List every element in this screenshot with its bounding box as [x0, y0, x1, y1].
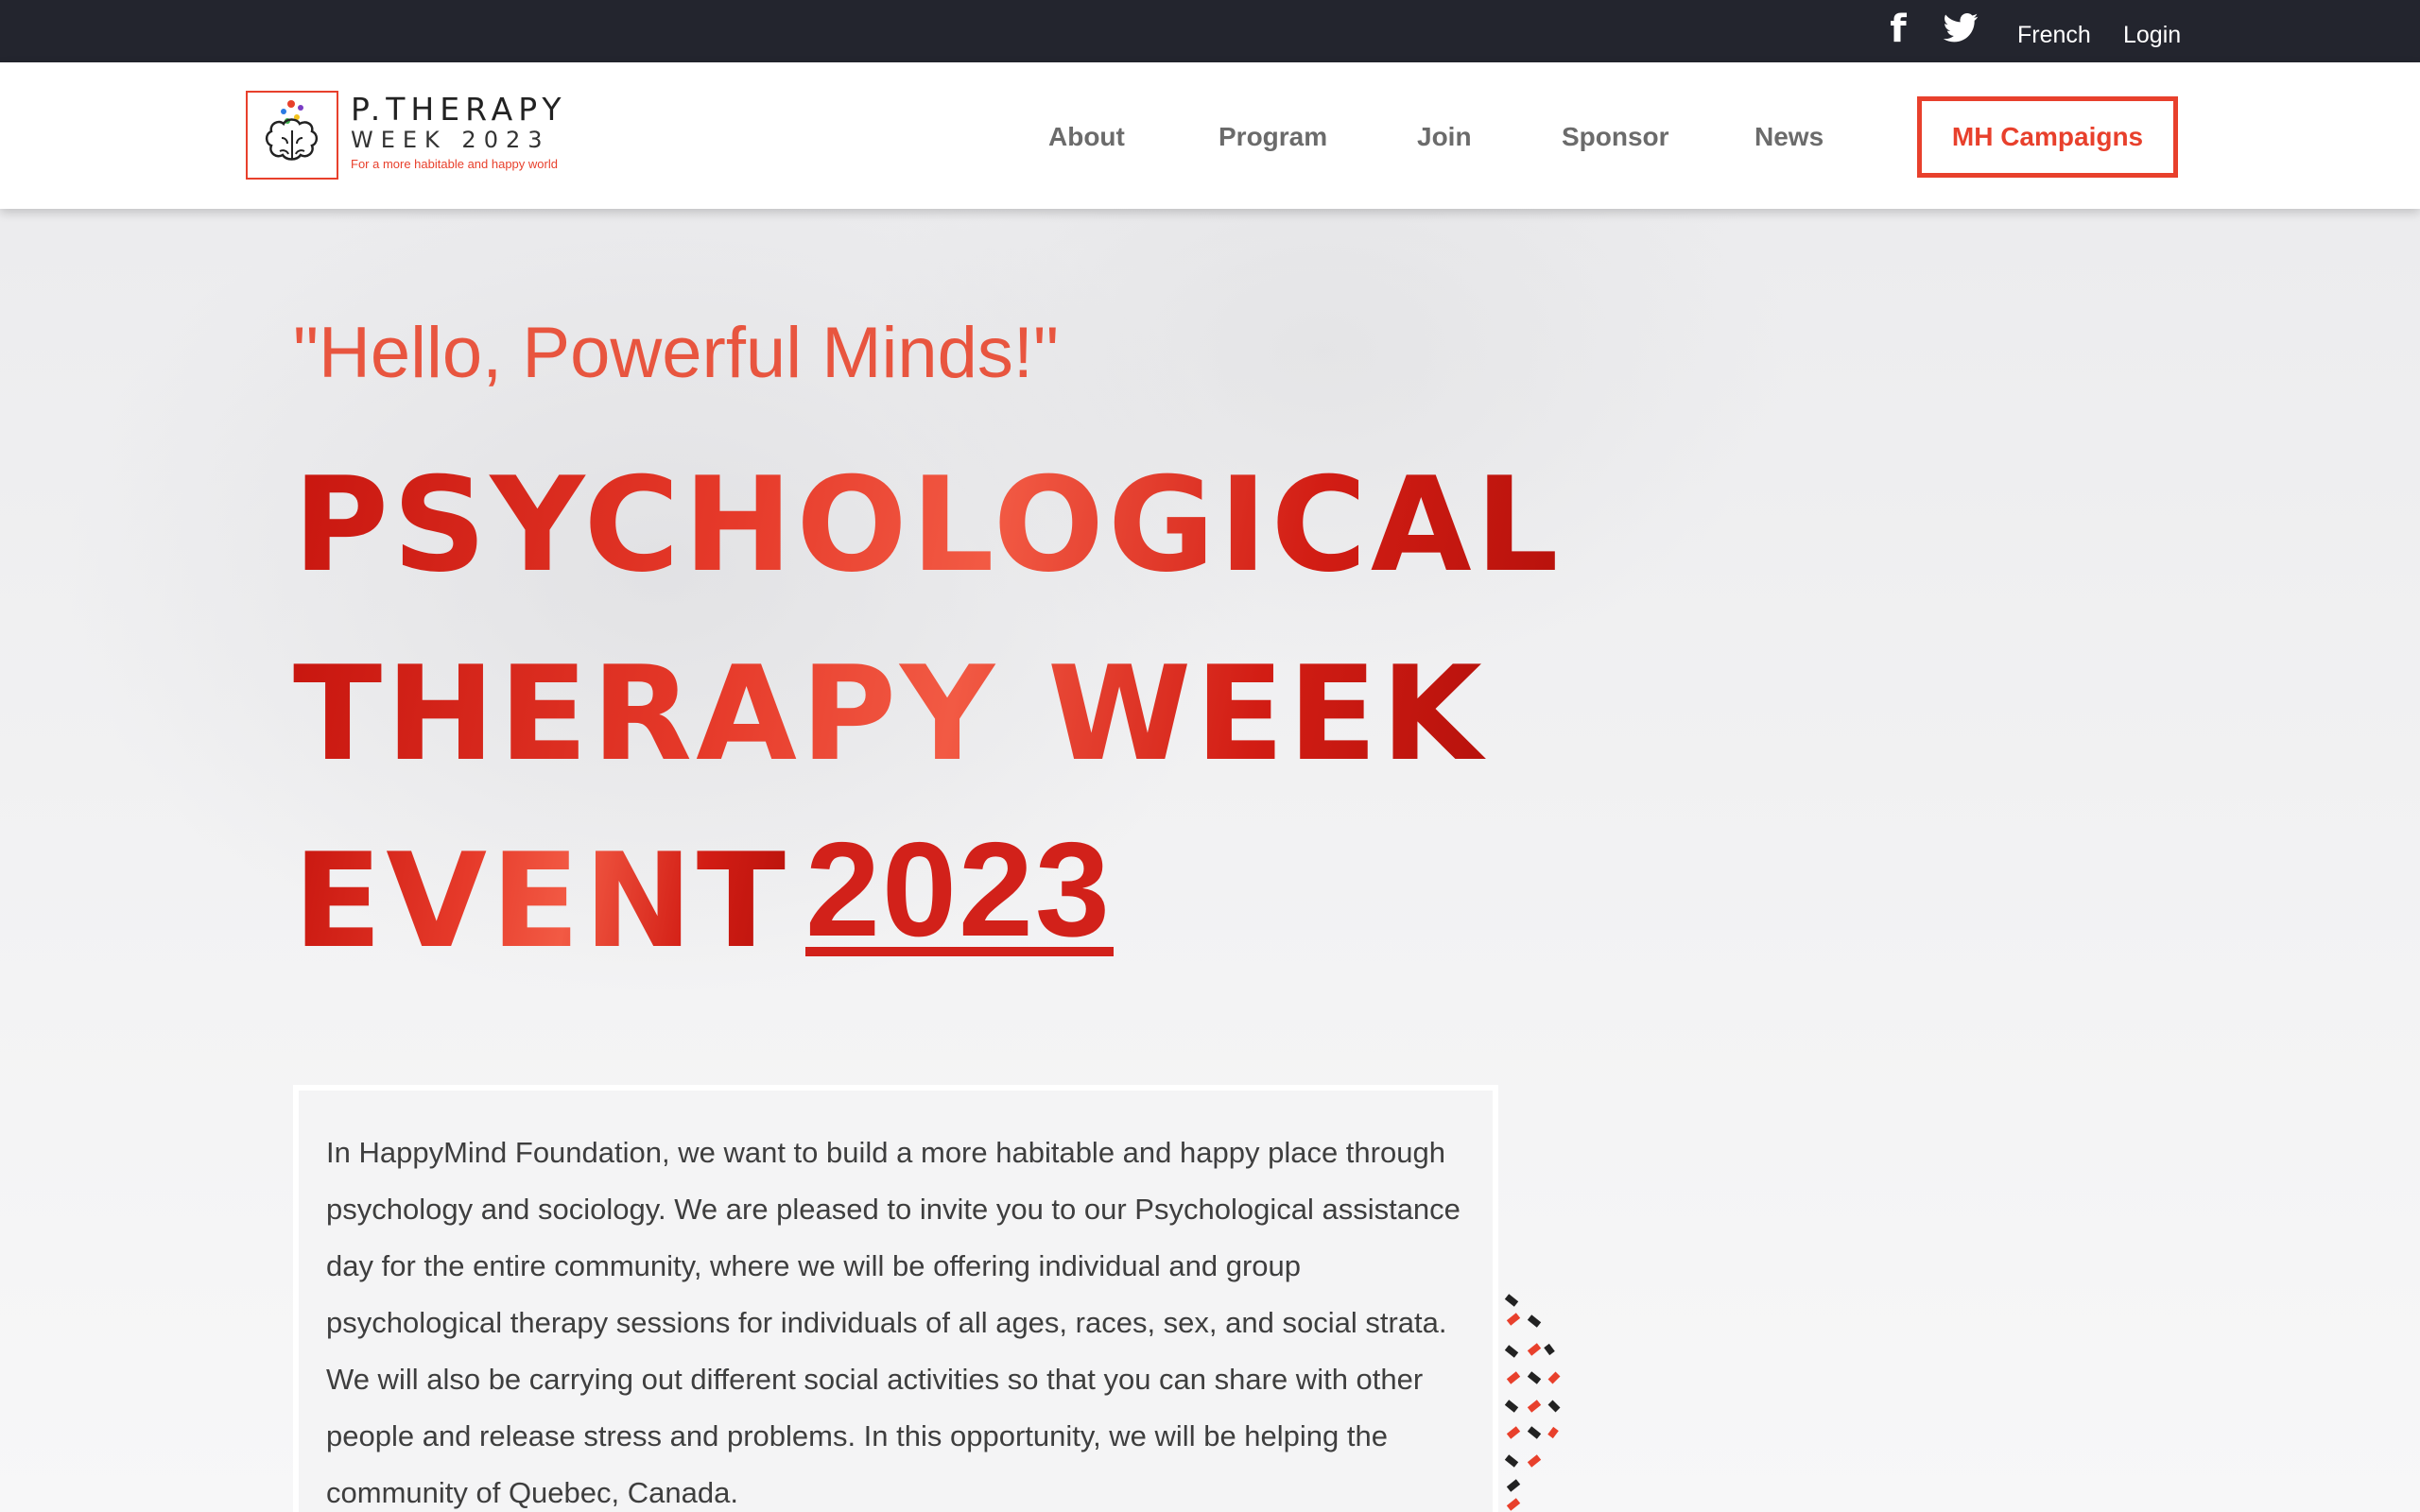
brand-title: P.THERAPY [351, 91, 567, 128]
brand-tagline: For a more habitable and happy world [351, 157, 558, 171]
mh-campaigns-button[interactable]: MH Campaigns [1917, 96, 2178, 178]
nav-item-program[interactable]: Program [1219, 121, 1327, 153]
twitter-icon[interactable] [1940, 9, 1981, 47]
hero-headline-line-3: EVENT [293, 825, 789, 977]
nav-item-join[interactable]: Join [1417, 121, 1472, 153]
hero-headline-year: 2023 [805, 815, 1112, 965]
nav-item-news[interactable]: News [1754, 121, 1824, 153]
hero-headline-line-1: PSYCHOLOGICAL [293, 449, 1563, 601]
language-link[interactable]: French [2017, 21, 2091, 49]
hero-greeting: "Hello, Powerful Minds!" [293, 313, 1060, 393]
login-link[interactable]: Login [2123, 21, 2181, 49]
nav-item-sponsor[interactable]: Sponsor [1562, 121, 1669, 153]
top-bar: f French Login [0, 0, 2420, 62]
brand-subtitle: WEEK 2023 [351, 127, 550, 153]
hero-headline-line-2: THERAPY WEEK [293, 638, 1486, 790]
brand-logo[interactable] [246, 91, 338, 180]
main-header: P.THERAPY WEEK 2023 For a more habitable… [0, 62, 2420, 209]
nav-item-about[interactable]: About [1048, 121, 1125, 153]
decorative-pattern [1504, 1294, 1561, 1511]
brain-icon [265, 100, 319, 161]
facebook-icon[interactable]: f [1881, 9, 1915, 49]
intro-paragraph: In HappyMind Foundation, we want to buil… [326, 1136, 1461, 1509]
year-underline [805, 947, 1114, 956]
